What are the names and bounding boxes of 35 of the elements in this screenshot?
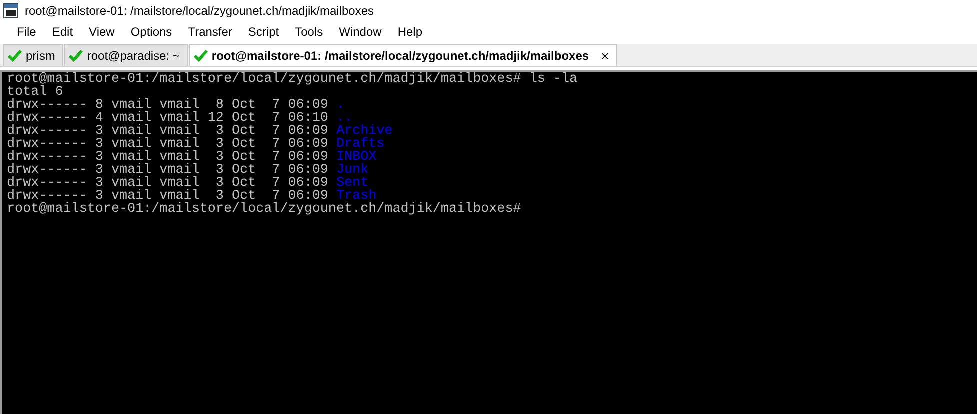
menu-item[interactable]: Window bbox=[331, 25, 390, 39]
menu-item[interactable]: Transfer bbox=[180, 25, 240, 39]
directory-name: INBOX bbox=[336, 151, 377, 164]
directory-name: Drafts bbox=[336, 138, 385, 151]
directory-name: Archive bbox=[336, 125, 393, 138]
directory-name: Sent bbox=[336, 177, 369, 190]
directory-name: .. bbox=[336, 112, 353, 125]
terminal-line: drwx------ 4 vmail vmail 12 Oct 7 06:10 bbox=[7, 112, 330, 125]
menu-item[interactable]: File bbox=[9, 25, 44, 39]
close-icon[interactable]: × bbox=[601, 48, 610, 64]
menu-item[interactable]: Options bbox=[122, 25, 180, 39]
session-tab[interactable]: prism bbox=[3, 44, 64, 66]
terminal-line: drwx------ 3 vmail vmail 3 Oct 7 06:09 bbox=[7, 190, 328, 203]
menu-item[interactable]: Tools bbox=[287, 25, 332, 39]
menu-item[interactable]: Edit bbox=[44, 25, 82, 39]
terminal-screen[interactable] bbox=[0, 70, 977, 414]
terminal-line: drwx------ 3 vmail vmail 3 Oct 7 06:09 bbox=[7, 177, 330, 190]
menu-item[interactable]: Help bbox=[390, 25, 430, 39]
directory-name: . bbox=[336, 99, 345, 112]
terminal-line: drwx------ 3 vmail vmail 3 Oct 7 06:09 bbox=[7, 151, 330, 164]
terminal-line: root@mailstore-01:/mailstore/local/zygounet.ch/madjik/mailboxes# ls -la bbox=[7, 73, 578, 86]
session-tab[interactable]: root@paradise: ~ bbox=[64, 44, 188, 66]
terminal-line: drwx------ 8 vmail vmail 8 Oct 7 06:09 bbox=[7, 99, 330, 112]
directory-name: Junk bbox=[336, 164, 369, 177]
menu-item[interactable]: View bbox=[81, 25, 123, 39]
menu-item[interactable]: Script bbox=[240, 25, 288, 39]
terminal-line: root@mailstore-01:/mailstore/local/zygounet.ch/madjik/mailboxes# bbox=[7, 203, 522, 216]
session-tab[interactable]: root@mailstore-01: /mailstore/local/zygounet.ch/madjik/mailboxes × bbox=[188, 44, 618, 66]
window-title: root@mailstore-01: /mailstore/local/zygounet.ch/madjik/mailboxes bbox=[25, 4, 374, 18]
terminal-line: drwx------ 3 vmail vmail 3 Oct 7 06:09 bbox=[7, 138, 330, 151]
terminal-line: drwx------ 3 vmail vmail 3 Oct 7 06:09 bbox=[7, 164, 330, 177]
terminal-line: drwx------ 3 vmail vmail 3 Oct 7 06:09 bbox=[7, 125, 330, 138]
directory-name: Trash bbox=[336, 190, 377, 203]
terminal-line: total 6 bbox=[7, 86, 64, 99]
terminal-app-icon bbox=[3, 3, 19, 19]
